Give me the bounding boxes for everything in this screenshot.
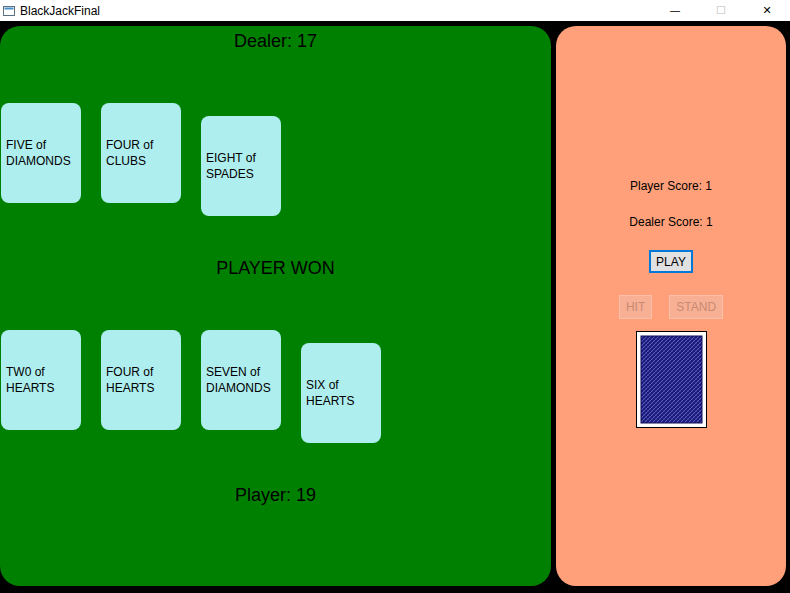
score-label: Player Score: 1	[630, 179, 712, 194]
window-control-button[interactable]: —	[652, 0, 698, 21]
play-button[interactable]: PLAY	[649, 250, 693, 273]
game-table: Dealer: 17 FIVE of DIAMONDS FOUR of CLUBS E…	[0, 26, 551, 586]
app-icon	[3, 5, 15, 17]
dealer-cards: FIVE of DIAMONDS FOUR of CLUBS EIGHT of SP…	[0, 103, 551, 216]
card-text: FOUR of HEARTS	[106, 364, 176, 396]
player-label: Player: 19	[235, 484, 316, 506]
action-button[interactable]: HIT	[619, 295, 652, 319]
side-panel: Player Score: 1 Dealer Score: 1 PLAY HIT STA…	[556, 26, 786, 586]
action-buttons: HIT STAND	[619, 295, 723, 319]
window-title: BlackJackFinal	[20, 4, 100, 18]
content-area: Dealer: 17 FIVE of DIAMONDS FOUR of CLUBS E…	[0, 21, 790, 593]
card: EIGHT of SPADES	[201, 116, 281, 216]
card-text: TW0 of HEARTS	[6, 364, 76, 396]
card: SEVEN of DIAMONDS	[201, 330, 281, 430]
card-text: FIVE of DIAMONDS	[6, 137, 76, 169]
card: TW0 of HEARTS	[1, 330, 81, 430]
card-text: EIGHT of SPADES	[206, 150, 276, 182]
card-text: SEVEN of DIAMONDS	[206, 364, 276, 396]
window-control-button[interactable]: ☐	[698, 0, 744, 21]
app-window: BlackJackFinal —☐✕ Dealer: 17 FIVE of DIAMO…	[0, 0, 790, 593]
window-controls: —☐✕	[652, 0, 790, 21]
card: FIVE of DIAMONDS	[1, 103, 81, 203]
card: FOUR of HEARTS	[101, 330, 181, 430]
player-cards: TW0 of HEARTS FOUR of HEARTS SEVEN of DIAM…	[0, 330, 551, 443]
card: SIX of HEARTS	[301, 343, 381, 443]
score-label: Dealer Score: 1	[629, 215, 712, 230]
card: FOUR of CLUBS	[101, 103, 181, 203]
dealer-label: Dealer: 17	[234, 30, 317, 52]
title-bar: BlackJackFinal —☐✕	[0, 0, 790, 21]
window-control-button[interactable]: ✕	[744, 0, 790, 21]
card-text: SIX of HEARTS	[306, 377, 376, 409]
game-status: PLAYER WON	[216, 257, 335, 279]
deck-icon	[636, 331, 707, 428]
card-text: FOUR of CLUBS	[106, 137, 176, 169]
action-button[interactable]: STAND	[669, 295, 723, 319]
